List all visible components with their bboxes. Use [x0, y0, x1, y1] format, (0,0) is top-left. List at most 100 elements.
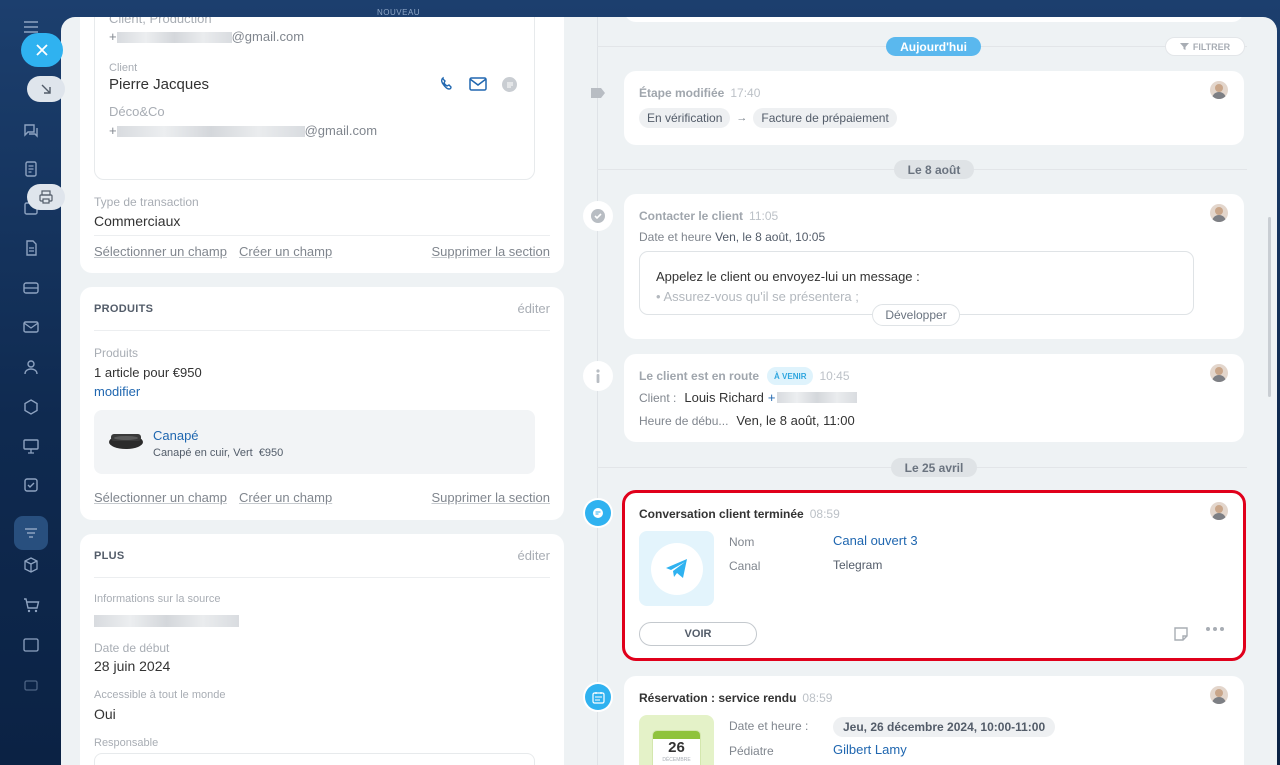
calendar-icon: 26 DÉCEMBRE: [653, 731, 700, 765]
product-name[interactable]: Canapé: [153, 428, 199, 443]
select-field-link[interactable]: Sélectionner un champ: [94, 244, 227, 259]
date-separator: Le 25 avril: [891, 458, 977, 477]
responsible-label: Responsable: [94, 737, 159, 749]
box-icon[interactable]: [22, 556, 40, 574]
access-label: Accessible à tout le monde: [94, 689, 226, 701]
minimize-tab[interactable]: [27, 76, 65, 102]
client-card: Client, Production + @gmail.com Client Pi…: [80, 17, 564, 273]
responsible-field[interactable]: [94, 753, 535, 765]
transaction-type-label: Type de transaction: [94, 195, 199, 209]
booking-date-value: Jeu, 26 décembre 2024, 10:00-11:00: [833, 717, 1056, 737]
conversation-card: Conversation client terminée 08:59 Nom Ca…: [622, 490, 1246, 661]
close-icon: [36, 44, 48, 56]
user-avatar[interactable]: [1210, 686, 1228, 704]
filter-button[interactable]: FILTRER: [1165, 37, 1245, 56]
stage-to: Facture de prépaiement: [753, 108, 897, 128]
stage-change-card: Étape modifiée 17:40 En vérification → Fa…: [624, 71, 1244, 145]
client-label: Client: [109, 62, 138, 74]
chat-bubble-icon[interactable]: [502, 77, 517, 92]
task-message-more: • Assurez-vous qu'il se présentera ;: [656, 289, 859, 304]
view-button[interactable]: VOIR: [639, 622, 757, 646]
products-edit-link[interactable]: éditer: [517, 301, 550, 316]
note-icon[interactable]: [1173, 626, 1189, 647]
more-apps-icon[interactable]: [22, 676, 40, 694]
document-icon[interactable]: [22, 160, 40, 178]
products-title: PRODUITS: [94, 303, 154, 315]
arrow: →: [736, 112, 748, 124]
calendar-list-icon: [585, 684, 611, 710]
more-card: PLUS éditer Informations sur la source D…: [80, 534, 564, 765]
email-icon[interactable]: [469, 77, 487, 96]
delete-section-link[interactable]: Supprimer la section: [432, 244, 551, 259]
stage-change: En vérification → Facture de prépaiement: [639, 108, 897, 128]
product-item[interactable]: Canapé Canapé en cuir, Vert €950: [94, 410, 535, 474]
print-tab[interactable]: [27, 184, 65, 210]
create-field-link[interactable]: Créer un champ: [239, 244, 332, 259]
products-modify-link[interactable]: modifier: [94, 384, 140, 399]
pediatrician-link[interactable]: Gilbert Lamy: [833, 742, 907, 757]
channel-name-link[interactable]: Canal ouvert 3: [833, 533, 918, 548]
divider: [94, 577, 550, 578]
open-channel-dot: [583, 498, 613, 528]
presentation-icon[interactable]: [22, 437, 40, 455]
contact-task-card: Contacter le client 11:05 Date et heure V…: [624, 194, 1244, 339]
select-field-link[interactable]: Sélectionner un champ: [94, 490, 227, 505]
cart-icon[interactable]: [22, 596, 40, 614]
products-card: PRODUITS éditer Produits 1 article pour …: [80, 287, 564, 520]
timeline-column: Aujourd'hui FILTRER Étape modifiée 17:40 …: [581, 17, 1277, 765]
client-name[interactable]: Pierre Jacques: [109, 76, 209, 93]
funnel-icon[interactable]: [14, 516, 48, 550]
deal-slider-panel: Client, Production + @gmail.com Client Pi…: [61, 17, 1277, 765]
booking-header: Réservation : service rendu 08:59: [639, 691, 833, 705]
delete-section-link[interactable]: Supprimer la section: [432, 490, 551, 505]
open-channel-icon: [585, 500, 611, 526]
tag-icon: [583, 78, 613, 108]
create-field-link[interactable]: Créer un champ: [239, 490, 332, 505]
timeline-card-partial: [624, 17, 1244, 22]
divider: [94, 235, 550, 236]
expand-button[interactable]: Développer: [872, 304, 960, 326]
more-options-icon[interactable]: [1206, 627, 1224, 631]
phone-icon[interactable]: [439, 76, 455, 97]
user-avatar[interactable]: [1210, 204, 1228, 222]
contacts-icon[interactable]: [22, 358, 40, 376]
route-header: Le client est en route À VENIR 10:45: [639, 367, 850, 385]
file-icon[interactable]: [22, 239, 40, 257]
products-summary: 1 article pour €950: [94, 365, 202, 380]
filter-icon: [1179, 43, 1189, 50]
info-icon: [583, 361, 613, 391]
products-label: Produits: [94, 346, 139, 360]
inbox-icon[interactable]: [22, 279, 40, 297]
start-date-value: 28 juin 2024: [94, 658, 171, 674]
hexagon-icon[interactable]: [22, 398, 40, 416]
channel-label: Canal: [729, 559, 761, 573]
new-label: NOUVEAU: [377, 8, 421, 17]
more-edit-link[interactable]: éditer: [517, 548, 550, 563]
user-avatar[interactable]: [1210, 364, 1228, 382]
name-label: Nom: [729, 535, 755, 549]
divider: [94, 330, 550, 331]
close-slider-button[interactable]: [21, 33, 63, 67]
stage-from: En vérification: [639, 108, 731, 128]
pediatrician-label: Pédiatre: [729, 744, 774, 758]
more-title: PLUS: [94, 550, 125, 562]
sofa-image: [108, 429, 144, 451]
chat-icon[interactable]: [22, 122, 40, 140]
contact-email: + @gmail.com: [109, 29, 305, 44]
arrow-down-right-icon: [41, 84, 51, 94]
timeline-line: [597, 17, 598, 765]
scrollbar[interactable]: [1268, 217, 1271, 397]
start-date-label: Date de début: [94, 641, 170, 655]
terminal-icon[interactable]: [22, 636, 40, 654]
channel-value: Telegram: [833, 558, 883, 572]
task-header: Contacter le client 11:05: [639, 209, 779, 223]
user-avatar[interactable]: [1210, 81, 1228, 99]
access-value: Oui: [94, 706, 116, 722]
mail-icon[interactable]: [22, 318, 40, 336]
checkbox-icon[interactable]: [22, 476, 40, 494]
transaction-type-value[interactable]: Commerciaux: [94, 213, 180, 229]
date-separator: Le 8 août: [894, 160, 974, 179]
telegram-icon: [665, 558, 687, 578]
calendar-tile: 26 DÉCEMBRE: [639, 715, 714, 765]
user-avatar[interactable]: [1210, 502, 1228, 520]
